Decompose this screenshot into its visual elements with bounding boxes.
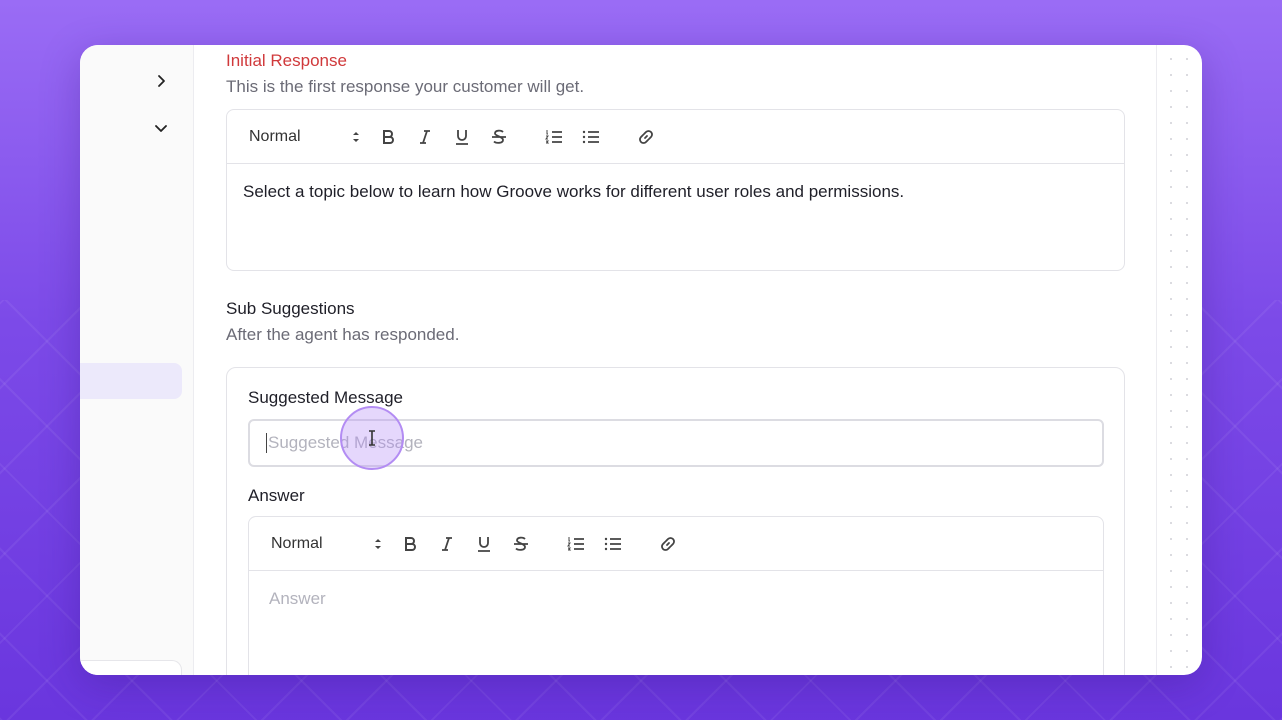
- answer-placeholder[interactable]: Answer: [249, 571, 1103, 627]
- bold-icon: [404, 536, 416, 551]
- format-select-value: Normal: [249, 127, 301, 145]
- sub-suggestions-title: Sub Suggestions: [226, 299, 355, 318]
- select-arrows-icon: [353, 131, 359, 142]
- answer-editor: Normal Answer: [248, 516, 1104, 675]
- main-content: Initial Response This is the first respo…: [226, 45, 1126, 675]
- mouse-cursor-highlight: [340, 406, 404, 470]
- suggested-message-label: Suggested Message: [248, 388, 403, 407]
- sidebar-item-active[interactable]: [80, 363, 182, 399]
- sub-suggestions-subtitle: After the agent has responded.: [226, 325, 460, 344]
- answer-label: Answer: [248, 486, 305, 505]
- ordered-list-icon: [566, 536, 584, 550]
- answer-format-select[interactable]: Normal: [271, 535, 391, 553]
- answer-format-select-value: Normal: [271, 534, 323, 552]
- app-window: Initial Response This is the first respo…: [80, 45, 1202, 675]
- answer-editor-toolbar: Normal: [249, 517, 1103, 571]
- initial-response-editor: Normal Select a topic below to learn how…: [226, 109, 1125, 271]
- link-button[interactable]: [627, 123, 664, 151]
- underline-button[interactable]: [443, 123, 480, 151]
- link-icon: [638, 129, 653, 144]
- italic-icon: [419, 129, 430, 144]
- bullet-list-button[interactable]: [594, 530, 631, 558]
- bold-icon: [382, 129, 394, 144]
- sidebar-bottom-panel: [80, 660, 182, 675]
- italic-button[interactable]: [428, 530, 465, 558]
- italic-icon: [441, 536, 452, 551]
- sidebar: [80, 45, 194, 675]
- link-button[interactable]: [649, 530, 686, 558]
- ordered-list-button[interactable]: [557, 530, 594, 558]
- bold-button[interactable]: [369, 123, 406, 151]
- strike-button[interactable]: [480, 123, 517, 151]
- bullet-list-icon: [604, 537, 621, 550]
- italic-button[interactable]: [406, 123, 443, 151]
- underline-icon: [477, 536, 490, 552]
- bold-button[interactable]: [391, 530, 428, 558]
- underline-icon: [455, 129, 468, 145]
- strike-icon: [491, 129, 506, 144]
- select-arrows-icon: [375, 538, 381, 549]
- initial-response-title: Initial Response: [226, 51, 347, 70]
- bullet-list-button[interactable]: [572, 123, 609, 151]
- right-rail: [1156, 45, 1202, 675]
- initial-response-body[interactable]: Select a topic below to learn how Groove…: [227, 164, 1124, 220]
- initial-response-subtitle: This is the first response your customer…: [226, 77, 585, 96]
- editor-toolbar: Normal: [227, 110, 1124, 164]
- link-icon: [660, 536, 675, 551]
- strike-button[interactable]: [502, 530, 539, 558]
- ordered-list-icon: [544, 129, 562, 143]
- strike-icon: [513, 536, 528, 551]
- chevron-right-icon[interactable]: [152, 72, 170, 90]
- bullet-list-icon: [582, 130, 599, 143]
- underline-button[interactable]: [465, 530, 502, 558]
- ordered-list-button[interactable]: [535, 123, 572, 151]
- text-cursor-icon: [369, 430, 375, 446]
- chevron-down-icon[interactable]: [152, 119, 170, 137]
- format-select[interactable]: Normal: [249, 128, 369, 146]
- text-caret: [266, 433, 267, 453]
